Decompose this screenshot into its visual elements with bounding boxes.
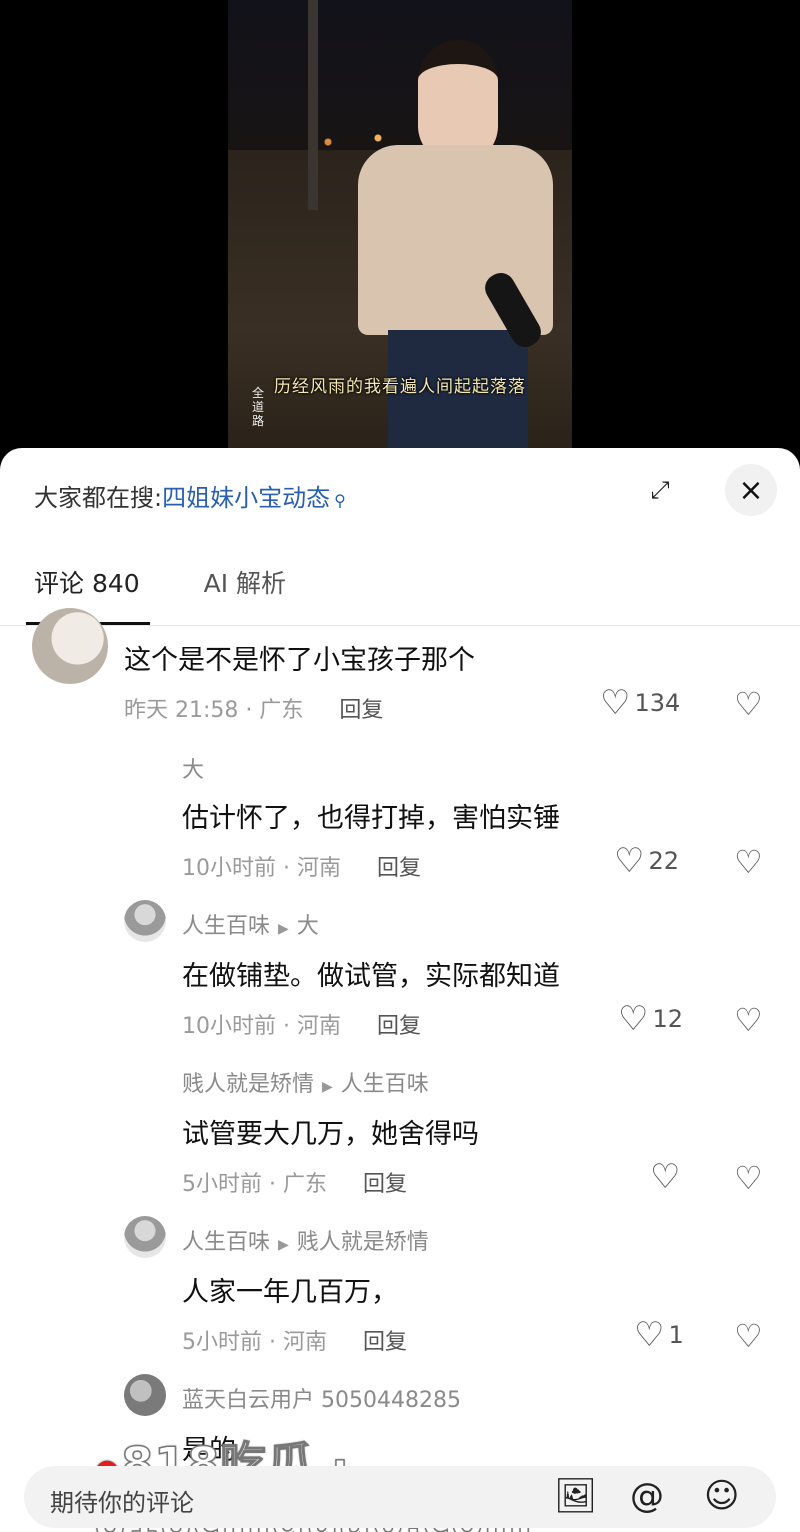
- video-player[interactable]: 全道路 历经风雨的我看遍人间起起落落: [228, 0, 572, 450]
- comment-text: 估计怀了，也得打掉，害怕实锤: [182, 803, 560, 834]
- tab-ai-analysis[interactable]: AI 解析: [204, 564, 286, 600]
- dislike-button[interactable]: ♡: [734, 1004, 763, 1036]
- broken-heart-icon: ♡: [734, 1159, 763, 1197]
- reply-arrow-icon: ▶: [322, 1079, 333, 1095]
- comment-author[interactable]: 贱人就是矫情: [182, 1072, 314, 1097]
- like-button[interactable]: ♡ 134: [600, 686, 680, 720]
- comment-time-location: 昨天 21:58 · 广东: [124, 698, 304, 723]
- comment-meta: 5小时前 · 河南 回复: [182, 1324, 407, 1356]
- reply-to-author[interactable]: 大: [297, 914, 319, 939]
- expand-icon[interactable]: ⤢: [640, 470, 680, 510]
- heart-icon: ♡: [634, 1315, 665, 1355]
- heart-icon: ♡: [614, 841, 645, 881]
- like-count: 1: [668, 1321, 684, 1349]
- broken-heart-icon: ♡: [734, 685, 763, 723]
- reply-to-author[interactable]: 贱人就是矫情: [297, 1230, 429, 1255]
- comment-text: 在做铺垫。做试管，实际都知道: [182, 961, 560, 992]
- like-count: 12: [652, 1005, 684, 1033]
- reply-button[interactable]: 回复: [377, 1014, 421, 1039]
- like-button[interactable]: ♡: [650, 1160, 684, 1194]
- mention-icon[interactable]: @: [630, 1476, 664, 1516]
- reply-arrow-icon: ▶: [278, 921, 289, 937]
- video-subtitle: 历经风雨的我看遍人间起起落落: [274, 377, 526, 397]
- avatar[interactable]: [124, 1374, 166, 1416]
- like-button[interactable]: ♡ 12: [618, 1002, 683, 1036]
- reply-to-author[interactable]: 人生百味: [341, 1072, 429, 1097]
- search-icon: ⚲: [334, 491, 346, 510]
- comment-meta: 昨天 21:58 · 广东 回复: [124, 692, 383, 724]
- comment-author[interactable]: 人生百味: [182, 914, 270, 939]
- like-count: 134: [634, 689, 681, 717]
- comment-time-location: 5小时前 · 河南: [182, 1330, 327, 1355]
- tab-comments[interactable]: 评论 840: [34, 564, 140, 600]
- dislike-button[interactable]: ♡: [734, 846, 763, 878]
- dislike-button[interactable]: ♡: [734, 1162, 763, 1194]
- comment-author-line: 贱人就是矫情 ▶ 人生百味: [182, 1066, 429, 1098]
- reply-button[interactable]: 回复: [363, 1330, 407, 1355]
- reply-button[interactable]: 回复: [363, 1172, 407, 1197]
- search-keyword[interactable]: 四姐妹小宝动态: [162, 484, 330, 512]
- heart-icon: ♡: [650, 1157, 681, 1197]
- like-button[interactable]: ♡ 22: [614, 844, 679, 878]
- heart-icon: ♡: [600, 683, 631, 723]
- comment-time-location: 5小时前 · 广东: [182, 1172, 327, 1197]
- image-icon[interactable]: 🖼: [554, 1476, 597, 1516]
- comment-author-line: 人生百味 ▶ 贱人就是矫情: [182, 1224, 429, 1256]
- tab-bar: 评论 840 AI 解析: [34, 564, 342, 600]
- comment-text: 这个是不是怀了小宝孩子那个: [124, 645, 475, 676]
- broken-heart-icon: ♡: [734, 1001, 763, 1039]
- reply-button[interactable]: 回复: [377, 856, 421, 881]
- avatar[interactable]: [124, 1216, 166, 1258]
- comment-meta: 5小时前 · 广东 回复: [182, 1166, 407, 1198]
- like-button[interactable]: ♡ 1: [634, 1318, 684, 1352]
- heart-icon: ♡: [618, 999, 649, 1039]
- tab-divider: [0, 625, 800, 626]
- comment-time-location: 10小时前 · 河南: [182, 856, 341, 881]
- close-button[interactable]: ×: [725, 464, 777, 516]
- comment-text: 人家一年几百万，: [182, 1277, 398, 1308]
- reply-button[interactable]: 回复: [339, 698, 383, 723]
- search-prefix: 大家都在搜:: [34, 484, 163, 512]
- avatar[interactable]: [32, 608, 108, 684]
- emoji-icon[interactable]: ☺: [704, 1476, 739, 1516]
- comment-author[interactable]: 蓝天白云用户 5050448285: [182, 1382, 461, 1414]
- comment-input-placeholder: 期待你的评论: [50, 1489, 194, 1517]
- comment-author[interactable]: 大: [182, 752, 204, 784]
- comment-meta: 10小时前 · 河南 回复: [182, 1008, 421, 1040]
- comment-panel: 大家都在搜:四姐妹小宝动态 ⚲ ⤢ × 评论 840 AI 解析 这个是不是怀了小…: [0, 448, 800, 1532]
- dislike-button[interactable]: ♡: [734, 1320, 763, 1352]
- comment-input[interactable]: 期待你的评论 🖼 @ ☺: [24, 1466, 776, 1528]
- comment-text: 试管要大几万，她舍得吗: [182, 1119, 479, 1150]
- reply-arrow-icon: ▶: [278, 1237, 289, 1253]
- avatar[interactable]: [124, 900, 166, 942]
- search-suggestion[interactable]: 大家都在搜:四姐妹小宝动态 ⚲: [34, 478, 346, 513]
- broken-heart-icon: ♡: [734, 843, 763, 881]
- comment-meta: 10小时前 · 河南 回复: [182, 850, 421, 882]
- comment-author-line: 人生百味 ▶ 大: [182, 908, 319, 940]
- comment-time-location: 10小时前 · 河南: [182, 1014, 341, 1039]
- dislike-button[interactable]: ♡: [734, 688, 763, 720]
- comment-author[interactable]: 人生百味: [182, 1230, 270, 1255]
- broken-heart-icon: ♡: [734, 1317, 763, 1355]
- video-pole: [308, 0, 318, 210]
- like-count: 22: [648, 847, 680, 875]
